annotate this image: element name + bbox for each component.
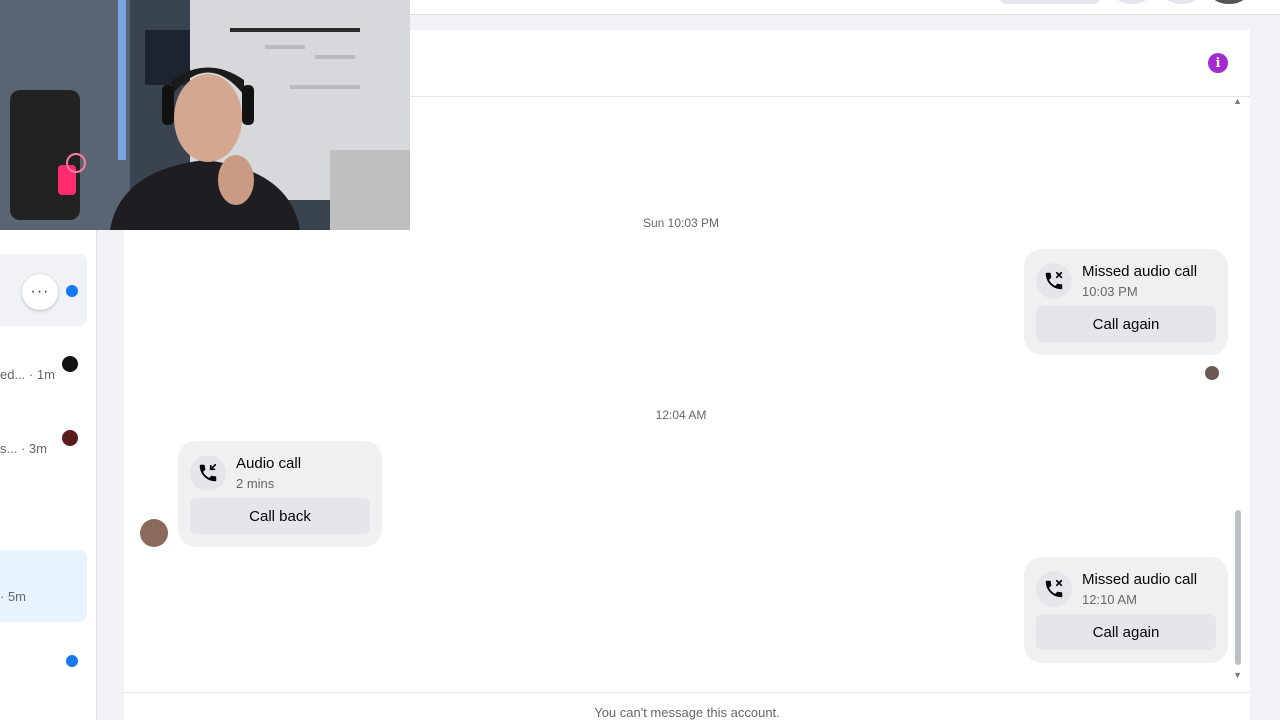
unread-indicator bbox=[66, 285, 78, 297]
message-timestamp: Sun 10:03 PM bbox=[642, 216, 720, 230]
conversation-avatar bbox=[62, 430, 78, 446]
missed-call-icon bbox=[1036, 571, 1072, 607]
seen-receipt-avatar bbox=[1205, 366, 1219, 380]
call-title: Audio call bbox=[236, 455, 302, 472]
missed-call-icon bbox=[1036, 263, 1072, 299]
conversation-avatar bbox=[62, 356, 78, 372]
conversation-snippet[interactable]: ed... · 1m bbox=[0, 367, 55, 382]
message-timestamp: 12:04 AM bbox=[655, 408, 707, 422]
top-nav-profile-avatar[interactable] bbox=[1212, 0, 1246, 4]
conversation-more-options-button[interactable]: ··· bbox=[22, 274, 58, 310]
more-horizontal-icon: ··· bbox=[30, 283, 50, 300]
audio-call-bubble: Audio call 2 mins Call back bbox=[178, 441, 382, 547]
call-time: 12:10 AM bbox=[1082, 592, 1137, 607]
call-title: Missed audio call bbox=[1082, 571, 1198, 588]
conversation-item-selected[interactable] bbox=[0, 550, 87, 622]
scroll-up-arrow[interactable]: ▲ bbox=[1233, 96, 1242, 106]
call-time: 10:03 PM bbox=[1082, 284, 1138, 299]
composer-divider bbox=[124, 692, 1250, 693]
incoming-call-icon bbox=[190, 455, 226, 491]
missed-call-bubble: Missed audio call 12:10 AM Call again bbox=[1024, 557, 1228, 663]
top-nav-menu-button[interactable] bbox=[1115, 0, 1149, 4]
scroll-down-arrow[interactable]: ▼ bbox=[1233, 670, 1242, 680]
sender-avatar[interactable] bbox=[140, 519, 168, 547]
call-title: Missed audio call bbox=[1082, 263, 1198, 280]
cannot-message-notice: You can't message this account. bbox=[594, 705, 780, 720]
unread-indicator bbox=[66, 655, 78, 667]
conversation-list: ··· ed... · 1m s... · 3m · 5m bbox=[0, 230, 97, 720]
call-again-button[interactable]: Call again bbox=[1036, 306, 1216, 342]
conversation-snippet[interactable]: s... · 3m bbox=[0, 441, 47, 456]
call-again-button[interactable]: Call again bbox=[1036, 614, 1216, 650]
call-back-button[interactable]: Call back bbox=[190, 498, 370, 534]
conversation-snippet[interactable]: · 5m bbox=[0, 589, 26, 604]
missed-call-bubble: Missed audio call 10:03 PM Call again bbox=[1024, 249, 1228, 355]
webcam-overlay bbox=[0, 0, 410, 230]
top-nav-pill[interactable] bbox=[1000, 0, 1100, 4]
scrollbar-thumb[interactable] bbox=[1235, 510, 1241, 665]
top-nav-notifications-button[interactable] bbox=[1165, 0, 1199, 4]
info-icon[interactable]: i bbox=[1208, 53, 1228, 73]
call-duration: 2 mins bbox=[236, 476, 275, 491]
